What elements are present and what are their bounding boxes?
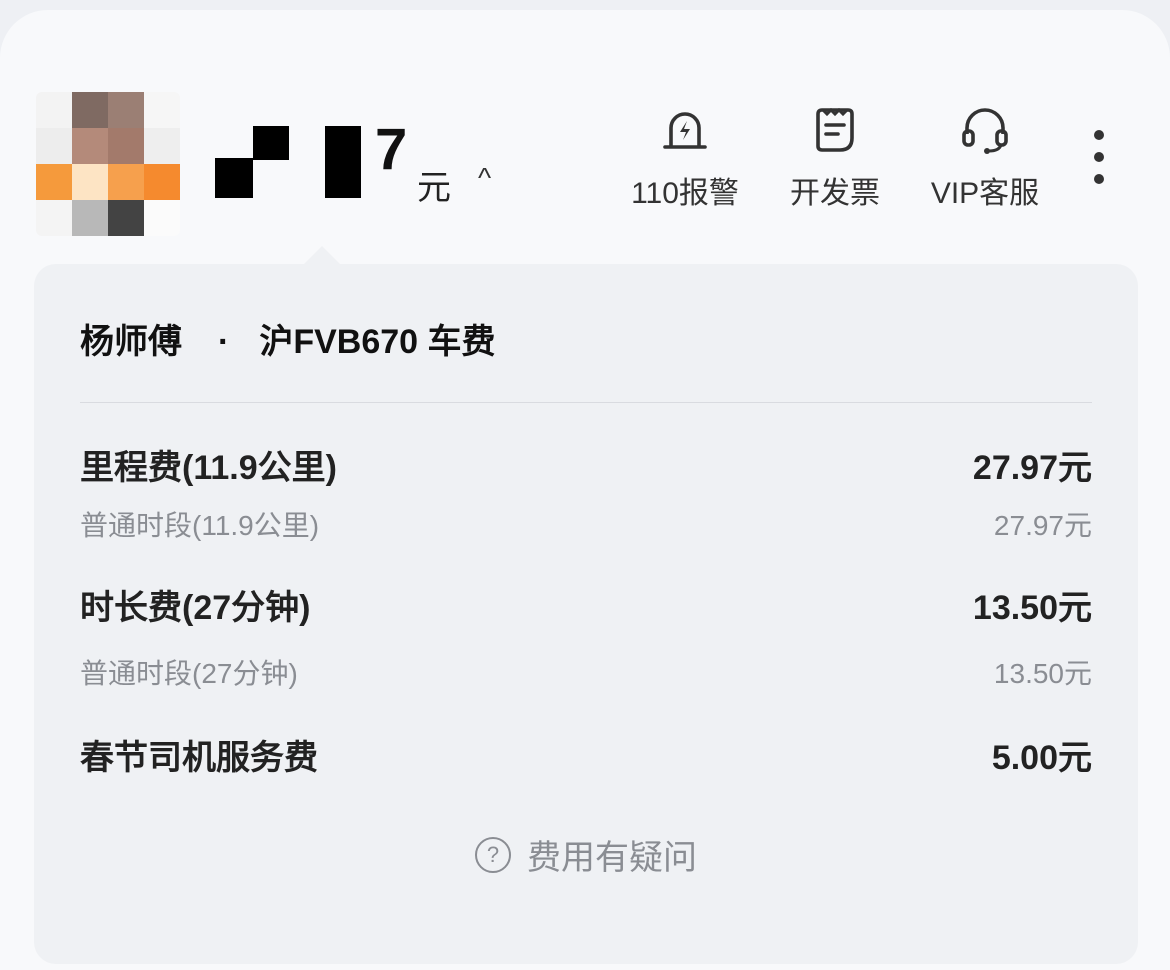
fare-row-mileage-normal: 普通时段(11.9公里) 27.97元: [80, 504, 1092, 544]
vip-service-label: VIP客服: [930, 177, 1040, 210]
fare-item-label: 时长费(27分钟): [80, 589, 311, 627]
fare-item-value: 5.00元: [991, 739, 1092, 777]
total-amount[interactable]: 7 元 ^: [215, 117, 515, 207]
fare-row-mileage: 里程费(11.9公里) 27.97元: [80, 440, 1092, 489]
fare-item-label: 里程费(11.9公里): [80, 449, 337, 487]
fare-item-label: 春节司机服务费: [80, 739, 318, 777]
card-pointer: [302, 246, 342, 266]
question-icon: ?: [475, 836, 511, 873]
fare-row-duration: 时长费(27分钟) 13.50元: [80, 580, 1092, 629]
amount-unit: 元: [417, 169, 451, 207]
fare-item-label: 普通时段(27分钟): [80, 658, 298, 689]
fare-item-value: 27.97元: [993, 510, 1092, 541]
police-alarm-button[interactable]: 110报警: [610, 104, 760, 212]
title-separator: ·: [218, 323, 230, 361]
alarm-icon: [663, 112, 707, 149]
fare-row-festival-fee: 春节司机服务费 5.00元: [80, 730, 1092, 779]
invoice-icon: [816, 107, 854, 152]
plate-fare-title: 沪FVB670 车费: [259, 323, 496, 361]
fare-row-duration-normal: 普通时段(27分钟) 13.50元: [80, 652, 1092, 692]
driver-plate-title: 杨师傅 · 沪FVB670 车费: [80, 314, 496, 363]
vip-service-button[interactable]: VIP客服: [910, 104, 1060, 212]
fare-question-label: 费用有疑问: [527, 839, 697, 877]
driver-name: 杨师傅: [80, 323, 182, 361]
amount-digit: 7: [375, 117, 408, 182]
invoice-button[interactable]: 开发票: [760, 104, 910, 212]
invoice-label: 开发票: [790, 177, 880, 210]
fare-question-link[interactable]: ? 费用有疑问: [34, 830, 1138, 879]
chevron-up-icon[interactable]: ^: [478, 162, 491, 194]
fare-item-label: 普通时段(11.9公里): [80, 510, 320, 541]
header-actions: 110报警 开发票 VIP客服: [620, 104, 1060, 212]
fare-item-value: 13.50元: [993, 658, 1092, 689]
headset-icon: [962, 108, 1008, 154]
fare-item-value: 13.50元: [972, 589, 1092, 627]
fare-detail-card: 杨师傅 · 沪FVB670 车费 里程费(11.9公里) 27.97元 普通时段(1…: [34, 246, 1138, 964]
fare-sheet: 7 元 ^ 110报警 开发票 VIP客服 杨师傅 · 沪FVB670 车费 里…: [0, 10, 1170, 970]
fare-item-value: 27.97元: [972, 449, 1092, 487]
divider: [80, 402, 1092, 403]
police-alarm-label: 110报警: [631, 177, 739, 210]
more-vertical-icon[interactable]: [1086, 130, 1112, 184]
avatar: [36, 92, 180, 236]
